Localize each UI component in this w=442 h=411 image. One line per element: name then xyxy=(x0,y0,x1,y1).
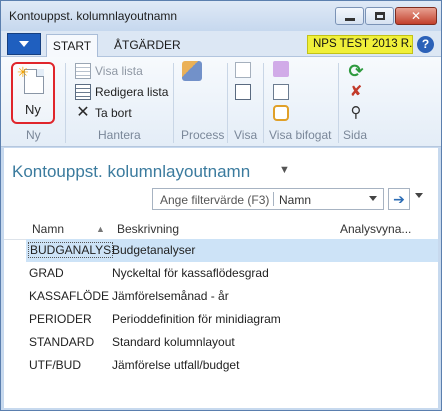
chevron-down-icon[interactable] xyxy=(415,193,423,198)
table-row[interactable]: PERIODER Perioddefinition för minidiagra… xyxy=(26,308,438,331)
app-window: Kontouppst. kolumnlayoutnamn ✕ START ÅTG… xyxy=(0,0,442,411)
table-row[interactable]: KASSAFLÖDE Jämförelsemånad - år xyxy=(26,285,438,308)
group-label-process: Process xyxy=(181,128,225,142)
window-title: Kontouppst. kolumnlayoutnamn xyxy=(9,9,178,23)
links-icon[interactable] xyxy=(273,105,289,121)
filter-field-select[interactable]: Namn xyxy=(279,193,311,207)
chevron-down-icon[interactable]: ▼ xyxy=(279,164,290,176)
dropdown-arrow-icon xyxy=(19,41,29,47)
column-header-description[interactable]: Beskrivning xyxy=(117,222,179,236)
filter-input[interactable]: Ange filtervärde (F3) xyxy=(160,193,269,207)
filter-box[interactable]: Ange filtervärde (F3) Namn xyxy=(152,188,384,210)
delete-button[interactable]: ✕ Ta bort xyxy=(75,103,132,123)
delete-label: Ta bort xyxy=(95,106,132,120)
row-name: GRAD xyxy=(29,266,64,280)
maximize-button[interactable] xyxy=(365,7,394,25)
column-header-analysis[interactable]: Analysvyna... xyxy=(340,222,411,236)
app-menu-button[interactable] xyxy=(7,33,41,55)
find-icon[interactable]: ⚲ xyxy=(346,103,366,123)
help-icon[interactable]: ? xyxy=(417,36,434,53)
ribbon-separator xyxy=(65,63,66,143)
row-name: PERIODER xyxy=(29,312,92,326)
group-label-new: Ny xyxy=(26,128,41,142)
row-name: KASSAFLÖDE xyxy=(29,289,110,303)
row-description: Jämförelsemånad - år xyxy=(112,289,229,303)
view-list-label: Visa lista xyxy=(95,64,143,78)
tab-actions[interactable]: ÅTGÄRDER xyxy=(106,34,189,57)
grid-header: Namn ▲ Beskrivning Analysvyna... xyxy=(4,218,438,240)
close-button[interactable]: ✕ xyxy=(395,7,437,25)
filter-divider xyxy=(273,192,274,206)
close-icon: ✕ xyxy=(410,9,422,23)
minimize-button[interactable] xyxy=(335,7,364,25)
chevron-down-icon[interactable] xyxy=(369,196,377,201)
ribbon: ✳ Ny Ny Visa lista Redigera lista ✕ Ta b… xyxy=(1,57,441,147)
edit-list-icon xyxy=(75,84,91,100)
content-area: Kontouppst. kolumnlayoutnamn ▼ Ange filt… xyxy=(4,148,438,408)
minimize-icon xyxy=(344,18,355,21)
group-label-attachments: Visa bifogat xyxy=(269,128,332,142)
title-bar[interactable]: Kontouppst. kolumnlayoutnamn ✕ xyxy=(1,1,441,31)
apply-filter-button[interactable]: ➔ xyxy=(388,188,410,210)
group-label-view: Visa xyxy=(234,128,258,142)
table-row[interactable]: BUDGANALYS Budgetanalyser xyxy=(26,239,438,262)
group-label-manage: Hantera xyxy=(98,128,141,142)
ribbon-separator xyxy=(263,63,264,143)
table-row[interactable]: UTF/BUD Jämförelse utfall/budget xyxy=(26,354,438,377)
company-badge[interactable]: NPS TEST 2013 R... xyxy=(307,35,413,54)
process-icon[interactable] xyxy=(182,61,202,81)
view-list-button[interactable]: Visa lista xyxy=(75,61,143,81)
maximize-icon xyxy=(374,12,385,20)
row-description: Nyckeltal för kassaflödesgrad xyxy=(112,266,269,280)
tab-start[interactable]: START xyxy=(46,34,98,57)
row-name: STANDARD xyxy=(29,335,95,349)
row-name: UTF/BUD xyxy=(29,358,81,372)
new-button[interactable]: ✳ Ny xyxy=(11,62,55,124)
ribbon-separator xyxy=(338,63,339,143)
row-description: Perioddefinition för minidiagram xyxy=(112,312,281,326)
ribbon-separator xyxy=(173,63,174,143)
edit-list-label: Redigera lista xyxy=(95,85,169,99)
table-row[interactable]: GRAD Nyckeltal för kassaflödesgrad xyxy=(26,262,438,285)
ribbon-separator xyxy=(227,63,228,143)
row-description: Standard kolumnlayout xyxy=(112,335,235,349)
edit-list-button[interactable]: Redigera lista xyxy=(75,82,168,102)
refresh-icon[interactable]: ⟳ xyxy=(346,61,366,81)
sort-ascending-icon: ▲ xyxy=(96,224,105,234)
table-row[interactable]: STANDARD Standard kolumnlayout xyxy=(26,331,438,354)
row-description: Budgetanalyser xyxy=(112,243,196,257)
new-button-label: Ny xyxy=(25,102,41,117)
group-label-page: Sida xyxy=(343,128,368,142)
row-name: BUDGANALYS xyxy=(28,242,114,258)
arrow-right-icon: ➔ xyxy=(393,191,405,207)
page-title: Kontouppst. kolumnlayoutnamn xyxy=(12,162,251,181)
view-icon[interactable] xyxy=(235,62,251,78)
ribbon-tab-strip: START ÅTGÄRDER NPS TEST 2013 R... ? xyxy=(1,31,441,57)
delete-icon: ✕ xyxy=(76,104,90,121)
view-detail-icon[interactable] xyxy=(235,84,251,100)
view-list-icon xyxy=(75,63,91,79)
clear-filter-icon[interactable]: ✘ xyxy=(346,82,366,102)
row-description: Jämförelse utfall/budget xyxy=(112,358,240,372)
new-star-icon: ✳ xyxy=(17,64,29,80)
column-header-name[interactable]: Namn xyxy=(32,222,64,236)
notes-icon[interactable] xyxy=(273,84,289,100)
attachment-icon[interactable] xyxy=(273,61,289,77)
